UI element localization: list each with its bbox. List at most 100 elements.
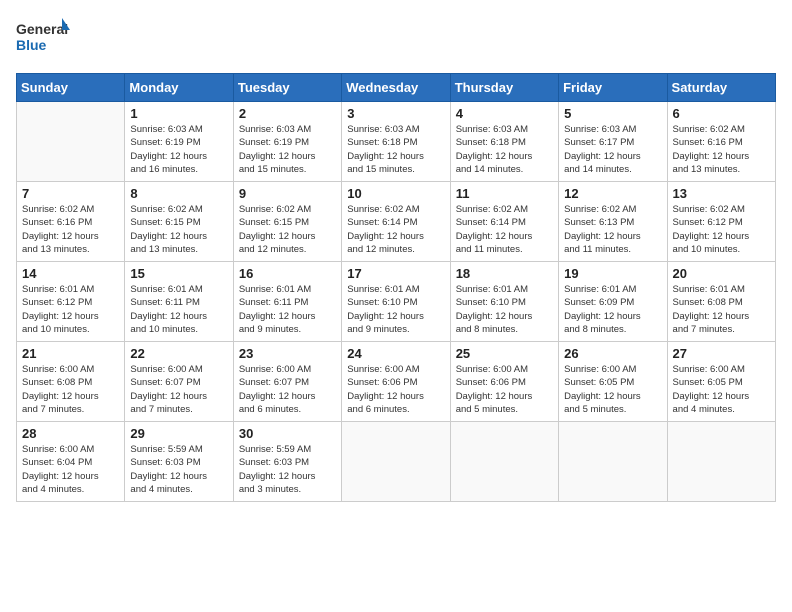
calendar-cell: 5 Sunrise: 6:03 AM Sunset: 6:17 PM Daylig… — [559, 102, 667, 182]
day-number: 12 — [564, 186, 661, 201]
day-info: Sunrise: 6:02 AM Sunset: 6:15 PM Dayligh… — [239, 203, 336, 256]
day-number: 18 — [456, 266, 553, 281]
day-info: Sunrise: 6:03 AM Sunset: 6:18 PM Dayligh… — [347, 123, 444, 176]
calendar-cell — [342, 422, 450, 502]
day-info: Sunrise: 6:02 AM Sunset: 6:14 PM Dayligh… — [456, 203, 553, 256]
day-info: Sunrise: 6:02 AM Sunset: 6:16 PM Dayligh… — [673, 123, 770, 176]
day-number: 1 — [130, 106, 227, 121]
day-number: 6 — [673, 106, 770, 121]
day-number: 19 — [564, 266, 661, 281]
day-number: 3 — [347, 106, 444, 121]
day-info: Sunrise: 6:00 AM Sunset: 6:05 PM Dayligh… — [673, 363, 770, 416]
day-info: Sunrise: 6:00 AM Sunset: 6:06 PM Dayligh… — [456, 363, 553, 416]
calendar-cell: 15 Sunrise: 6:01 AM Sunset: 6:11 PM Dayli… — [125, 262, 233, 342]
day-number: 5 — [564, 106, 661, 121]
day-number: 20 — [673, 266, 770, 281]
calendar-cell: 7 Sunrise: 6:02 AM Sunset: 6:16 PM Daylig… — [17, 182, 125, 262]
logo-svg: General Blue — [16, 16, 71, 61]
calendar-cell: 2 Sunrise: 6:03 AM Sunset: 6:19 PM Daylig… — [233, 102, 341, 182]
svg-text:General: General — [16, 21, 68, 37]
calendar-cell: 14 Sunrise: 6:01 AM Sunset: 6:12 PM Dayli… — [17, 262, 125, 342]
day-info: Sunrise: 6:00 AM Sunset: 6:07 PM Dayligh… — [130, 363, 227, 416]
calendar-cell: 1 Sunrise: 6:03 AM Sunset: 6:19 PM Daylig… — [125, 102, 233, 182]
day-number: 28 — [22, 426, 119, 441]
day-info: Sunrise: 6:00 AM Sunset: 6:06 PM Dayligh… — [347, 363, 444, 416]
day-info: Sunrise: 6:02 AM Sunset: 6:13 PM Dayligh… — [564, 203, 661, 256]
calendar-cell: 29 Sunrise: 5:59 AM Sunset: 6:03 PM Dayli… — [125, 422, 233, 502]
day-number: 26 — [564, 346, 661, 361]
weekday-header: Sunday — [17, 74, 125, 102]
day-number: 25 — [456, 346, 553, 361]
weekday-header: Tuesday — [233, 74, 341, 102]
day-number: 15 — [130, 266, 227, 281]
day-number: 10 — [347, 186, 444, 201]
day-info: Sunrise: 6:00 AM Sunset: 6:04 PM Dayligh… — [22, 443, 119, 496]
calendar-cell — [559, 422, 667, 502]
day-info: Sunrise: 6:02 AM Sunset: 6:15 PM Dayligh… — [130, 203, 227, 256]
day-info: Sunrise: 6:02 AM Sunset: 6:12 PM Dayligh… — [673, 203, 770, 256]
day-number: 13 — [673, 186, 770, 201]
day-info: Sunrise: 5:59 AM Sunset: 6:03 PM Dayligh… — [130, 443, 227, 496]
calendar-cell: 8Sunrise: 6:02 AM Sunset: 6:15 PM Daylig… — [125, 182, 233, 262]
calendar-cell: 30Sunrise: 5:59 AM Sunset: 6:03 PM Dayli… — [233, 422, 341, 502]
day-info: Sunrise: 5:59 AM Sunset: 6:03 PM Dayligh… — [239, 443, 336, 496]
calendar-cell: 9 Sunrise: 6:02 AM Sunset: 6:15 PM Daylig… — [233, 182, 341, 262]
weekday-header: Monday — [125, 74, 233, 102]
day-number: 14 — [22, 266, 119, 281]
day-info: Sunrise: 6:03 AM Sunset: 6:19 PM Dayligh… — [239, 123, 336, 176]
weekday-header: Wednesday — [342, 74, 450, 102]
calendar-cell: 16 Sunrise: 6:01 AM Sunset: 6:11 PM Dayli… — [233, 262, 341, 342]
weekday-header: Friday — [559, 74, 667, 102]
day-number: 9 — [239, 186, 336, 201]
day-info: Sunrise: 6:01 AM Sunset: 6:11 PM Dayligh… — [239, 283, 336, 336]
weekday-header: Saturday — [667, 74, 775, 102]
calendar-cell: 20 Sunrise: 6:01 AM Sunset: 6:08 PM Dayli… — [667, 262, 775, 342]
day-info: Sunrise: 6:03 AM Sunset: 6:19 PM Dayligh… — [130, 123, 227, 176]
day-info: Sunrise: 6:02 AM Sunset: 6:16 PM Dayligh… — [22, 203, 119, 256]
calendar-cell: 13 Sunrise: 6:02 AM Sunset: 6:12 PM Dayli… — [667, 182, 775, 262]
day-info: Sunrise: 6:00 AM Sunset: 6:05 PM Dayligh… — [564, 363, 661, 416]
calendar-cell: 3 Sunrise: 6:03 AM Sunset: 6:18 PM Daylig… — [342, 102, 450, 182]
day-number: 2 — [239, 106, 336, 121]
day-info: Sunrise: 6:01 AM Sunset: 6:08 PM Dayligh… — [673, 283, 770, 336]
day-number: 17 — [347, 266, 444, 281]
calendar-cell: 19 Sunrise: 6:01 AM Sunset: 6:09 PM Dayli… — [559, 262, 667, 342]
day-info: Sunrise: 6:01 AM Sunset: 6:12 PM Dayligh… — [22, 283, 119, 336]
day-info: Sunrise: 6:00 AM Sunset: 6:07 PM Dayligh… — [239, 363, 336, 416]
day-number: 16 — [239, 266, 336, 281]
calendar-cell — [667, 422, 775, 502]
calendar-cell — [450, 422, 558, 502]
day-number: 29 — [130, 426, 227, 441]
calendar-table: SundayMondayTuesdayWednesdayThursdayFrid… — [16, 73, 776, 502]
calendar-cell: 24 Sunrise: 6:00 AM Sunset: 6:06 PM Dayli… — [342, 342, 450, 422]
day-info: Sunrise: 6:01 AM Sunset: 6:09 PM Dayligh… — [564, 283, 661, 336]
calendar-cell: 17Sunrise: 6:01 AM Sunset: 6:10 PM Dayli… — [342, 262, 450, 342]
logo: General Blue — [16, 16, 71, 61]
calendar-cell: 21 Sunrise: 6:00 AM Sunset: 6:08 PM Dayli… — [17, 342, 125, 422]
calendar-cell: 4 Sunrise: 6:03 AM Sunset: 6:18 PM Daylig… — [450, 102, 558, 182]
day-number: 7 — [22, 186, 119, 201]
calendar-cell: 27 Sunrise: 6:00 AM Sunset: 6:05 PM Dayli… — [667, 342, 775, 422]
day-number: 4 — [456, 106, 553, 121]
day-info: Sunrise: 6:03 AM Sunset: 6:18 PM Dayligh… — [456, 123, 553, 176]
day-info: Sunrise: 6:01 AM Sunset: 6:11 PM Dayligh… — [130, 283, 227, 336]
calendar-cell: 6 Sunrise: 6:02 AM Sunset: 6:16 PM Daylig… — [667, 102, 775, 182]
calendar-cell: 18Sunrise: 6:01 AM Sunset: 6:10 PM Dayli… — [450, 262, 558, 342]
page-header: General Blue — [16, 16, 776, 61]
day-info: Sunrise: 6:00 AM Sunset: 6:08 PM Dayligh… — [22, 363, 119, 416]
weekday-header: Thursday — [450, 74, 558, 102]
calendar-cell: 26 Sunrise: 6:00 AM Sunset: 6:05 PM Dayli… — [559, 342, 667, 422]
day-number: 22 — [130, 346, 227, 361]
calendar-cell: 12 Sunrise: 6:02 AM Sunset: 6:13 PM Dayli… — [559, 182, 667, 262]
calendar-cell: 10 Sunrise: 6:02 AM Sunset: 6:14 PM Dayli… — [342, 182, 450, 262]
calendar-cell: 28 Sunrise: 6:00 AM Sunset: 6:04 PM Dayli… — [17, 422, 125, 502]
day-number: 11 — [456, 186, 553, 201]
day-number: 21 — [22, 346, 119, 361]
day-number: 24 — [347, 346, 444, 361]
calendar-cell — [17, 102, 125, 182]
day-info: Sunrise: 6:03 AM Sunset: 6:17 PM Dayligh… — [564, 123, 661, 176]
svg-text:Blue: Blue — [16, 37, 47, 53]
day-number: 27 — [673, 346, 770, 361]
day-info: Sunrise: 6:02 AM Sunset: 6:14 PM Dayligh… — [347, 203, 444, 256]
calendar-cell: 23Sunrise: 6:00 AM Sunset: 6:07 PM Dayli… — [233, 342, 341, 422]
